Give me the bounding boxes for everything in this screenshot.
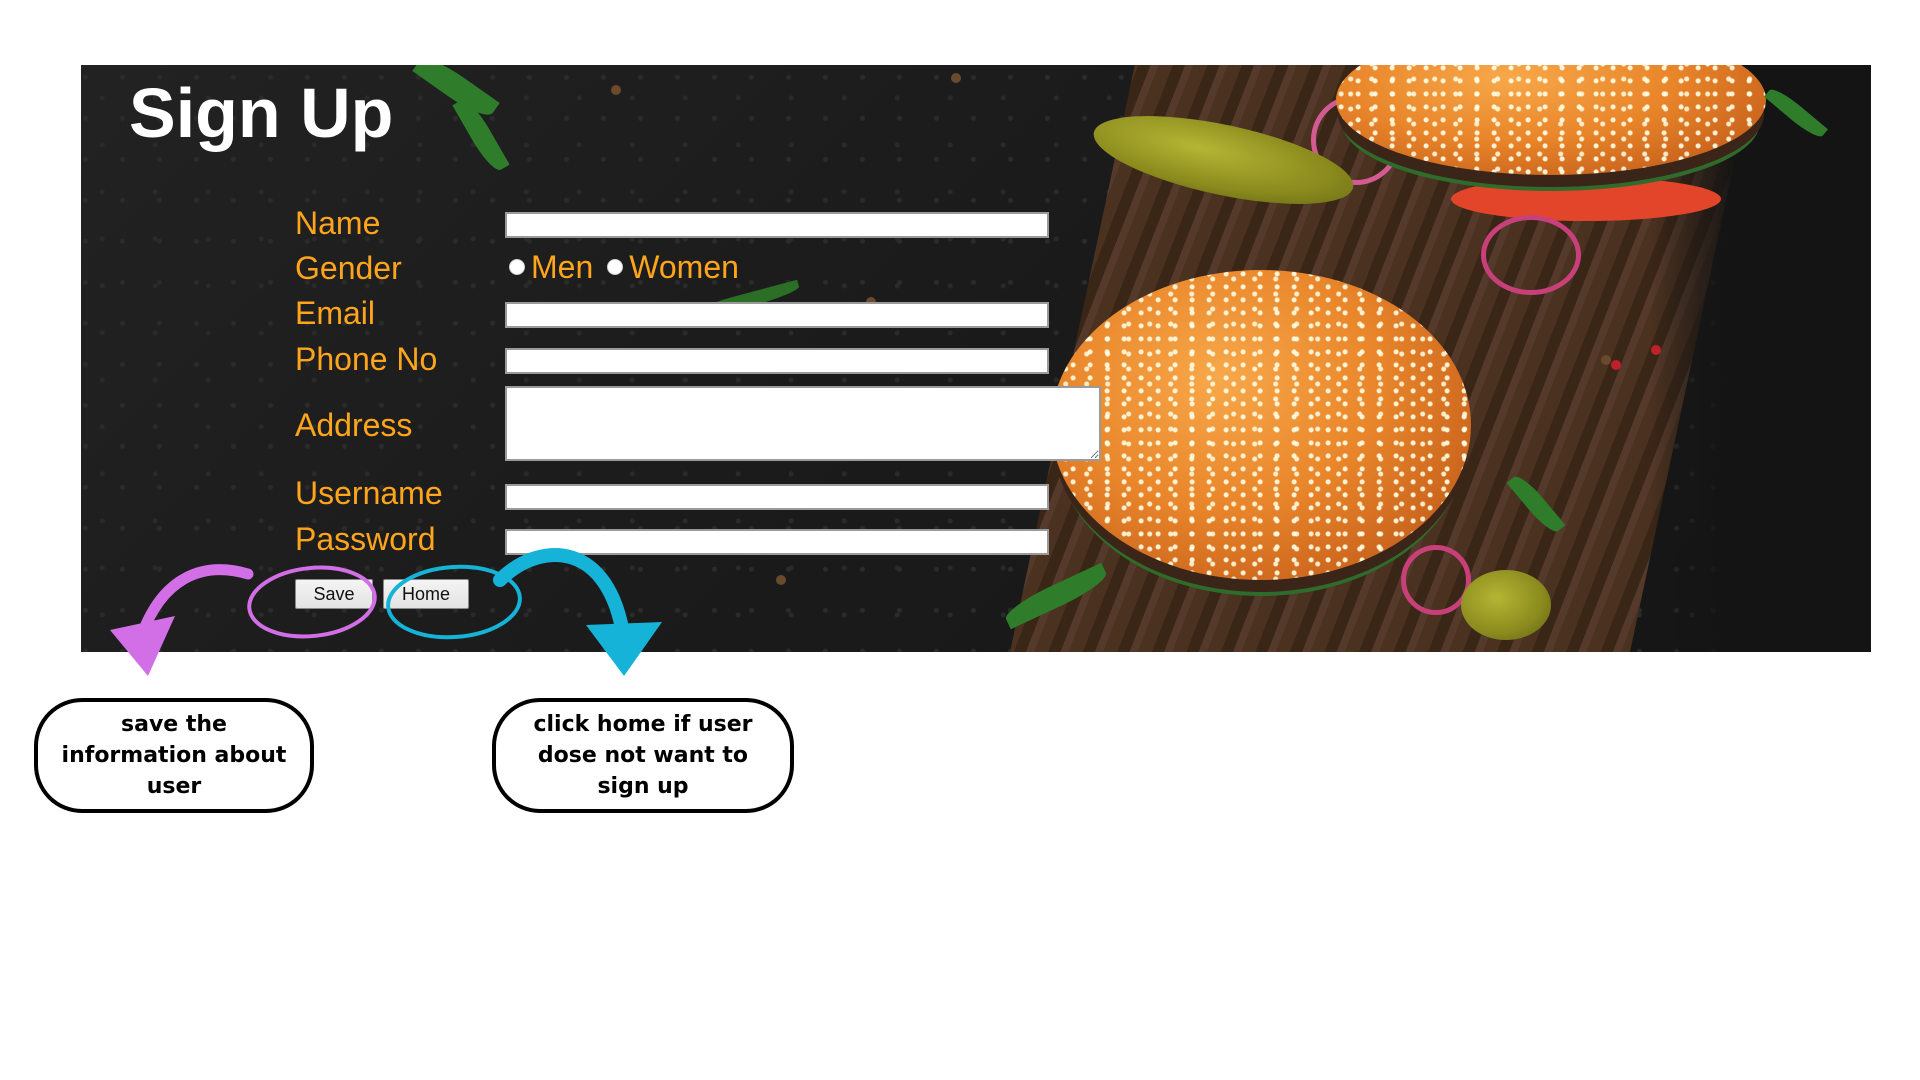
- gender-option-men[interactable]: Men: [509, 249, 593, 286]
- phone-label: Phone No: [295, 341, 438, 377]
- save-annotation-note: save the information about user: [34, 698, 314, 813]
- burger-image: [1051, 270, 1471, 580]
- email-field[interactable]: [505, 302, 1049, 328]
- phone-field[interactable]: [505, 348, 1049, 374]
- gender-label: Gender: [295, 250, 402, 286]
- signup-banner: Sign Up Name Gender Men Women Email Phon…: [81, 65, 1871, 652]
- radio-button-women[interactable]: [607, 259, 624, 275]
- pickle-image: [1461, 570, 1551, 640]
- username-field[interactable]: [505, 484, 1049, 510]
- onion-image: [1481, 215, 1581, 295]
- page-title: Sign Up: [129, 74, 394, 152]
- name-label: Name: [295, 205, 381, 241]
- red-peppercorn-image: [1651, 345, 1661, 355]
- home-button[interactable]: Home: [383, 579, 469, 609]
- username-label: Username: [295, 475, 443, 511]
- home-annotation-note: click home if user dose not want to sign…: [492, 698, 794, 813]
- address-textarea[interactable]: [505, 386, 1101, 461]
- canvas: Sign Up Name Gender Men Women Email Phon…: [0, 0, 1920, 1080]
- gender-radio-group: Men Women: [509, 249, 753, 285]
- radio-button-men[interactable]: [509, 259, 525, 275]
- password-field[interactable]: [505, 529, 1049, 555]
- peppercorn-image: [776, 575, 786, 585]
- peppercorn-image: [951, 73, 961, 83]
- peppercorn-image: [611, 85, 621, 95]
- save-button[interactable]: Save: [295, 579, 373, 609]
- email-label: Email: [295, 295, 376, 331]
- tomato-image: [1451, 177, 1721, 221]
- gender-option-women[interactable]: Women: [607, 249, 739, 286]
- gender-option-label: Women: [629, 248, 739, 285]
- password-label: Password: [295, 521, 436, 557]
- name-field[interactable]: [505, 212, 1049, 238]
- peppercorn-image: [1601, 355, 1611, 365]
- address-label: Address: [295, 407, 413, 443]
- red-peppercorn-image: [1611, 360, 1621, 370]
- gender-option-label: Men: [531, 248, 594, 285]
